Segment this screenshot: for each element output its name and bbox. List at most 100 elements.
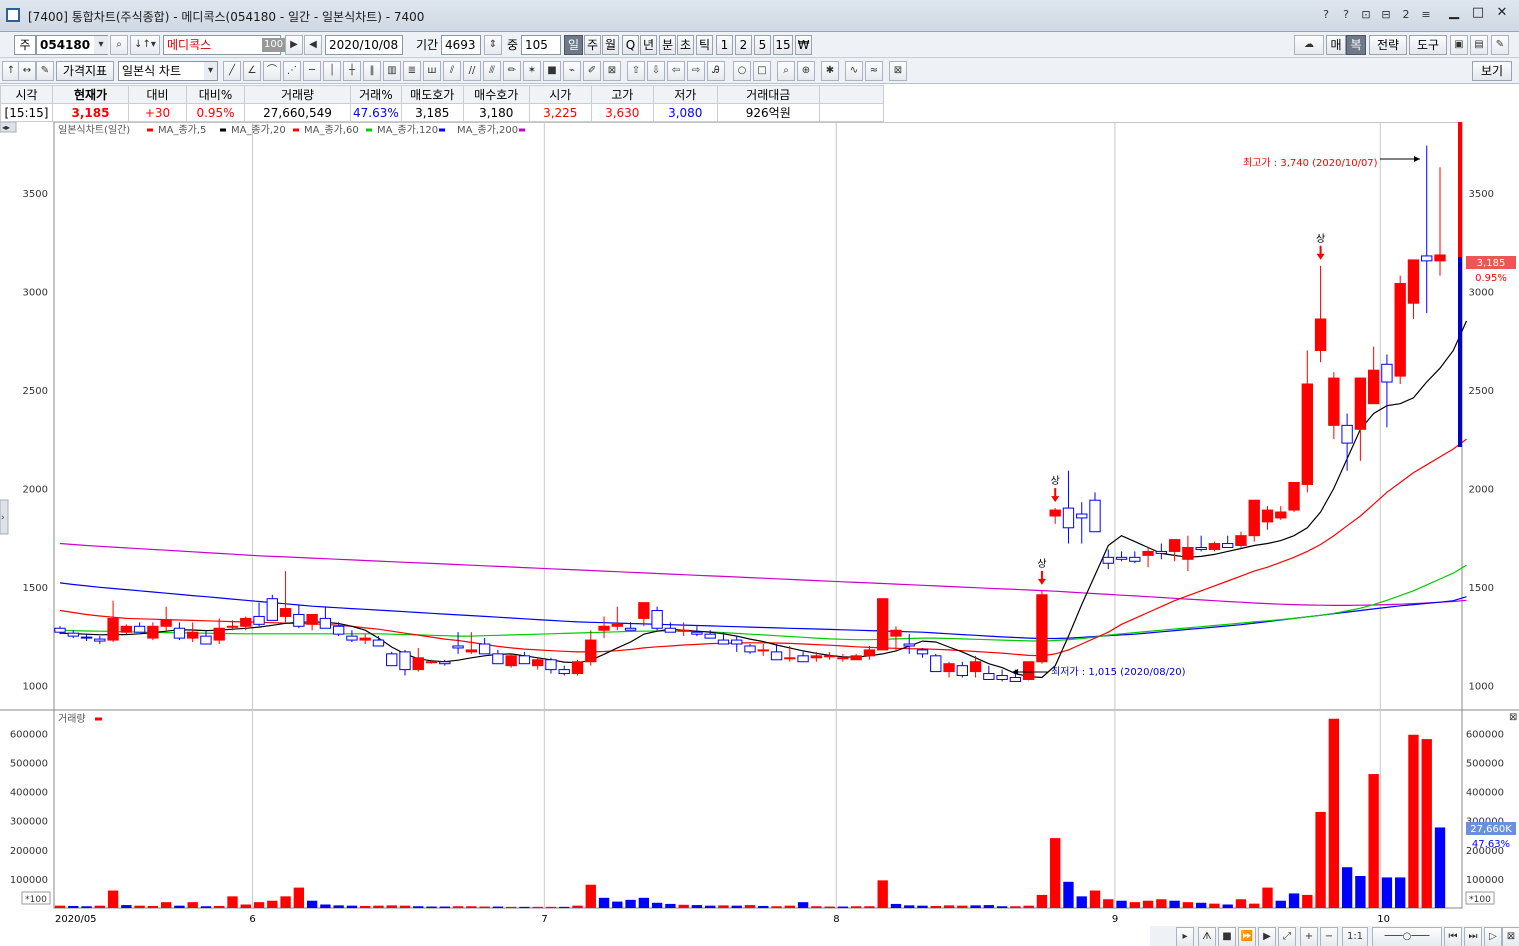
zoom-in-icon[interactable]: + [1300, 927, 1318, 946]
interval-5-button[interactable]: 5 [754, 35, 771, 55]
period-spin-icon[interactable]: ⇕ [484, 35, 502, 55]
nav-play-icon[interactable]: ▷ [1484, 927, 1502, 946]
cycle-icon[interactable]: ш [423, 61, 441, 81]
prev-stock-icon[interactable]: ◀ [304, 35, 322, 55]
code-dropdown-icon[interactable]: ▾ [94, 36, 108, 54]
angle-line-icon[interactable]: ∠ [243, 61, 261, 81]
maximize-button[interactable]: □ [1467, 4, 1489, 22]
pattern-icon[interactable]: ✱ [821, 61, 839, 81]
chart-svg[interactable]: ◂▸ › 1000 1000 1500 1500 2000 2000 2500 2500 300… [0, 121, 1519, 946]
period-week-button[interactable]: 주 [584, 35, 601, 55]
indicator-button[interactable]: 가격지표 [56, 61, 114, 81]
zoom-slider[interactable]: ───○─── [1372, 927, 1442, 946]
horizontal-line-icon[interactable]: ─ [303, 61, 321, 81]
wave-icon[interactable]: ∿ [845, 61, 863, 81]
link-number-icon[interactable]: 2 [1398, 7, 1414, 23]
volume-close-icon[interactable]: ⊠ [1509, 712, 1517, 723]
arrow-down-icon[interactable]: ⇩ [647, 61, 665, 81]
period-quarter-button[interactable]: Q [622, 35, 639, 55]
layout-icon[interactable]: ⊟ [1378, 7, 1394, 23]
side-expand-icon[interactable]: › [1, 513, 5, 523]
market-type-select[interactable]: 주 [14, 35, 36, 55]
count-input[interactable]: 105 [521, 35, 561, 55]
arrow-left-icon[interactable]: ⇦ [667, 61, 685, 81]
help-icon[interactable]: ? [1318, 7, 1334, 23]
color-icon[interactable]: ■ [543, 61, 561, 81]
clear-icon[interactable]: ⊠ [889, 61, 907, 81]
first-icon[interactable]: ᗑ [1198, 927, 1216, 946]
vertical-line-icon[interactable]: │ [323, 61, 341, 81]
currency-button[interactable]: ₩ [795, 35, 812, 55]
auto-scale-icon[interactable]: ⤢ [1278, 927, 1296, 946]
panel-collapse-icon[interactable]: ◂▸ [2, 123, 10, 132]
arrow-up-icon[interactable]: ⇧ [627, 61, 645, 81]
sort-icon[interactable]: ↓↑▾ [130, 35, 160, 55]
interval-15-button[interactable]: 15 [773, 35, 793, 55]
strategy-button[interactable]: 전략 [1369, 35, 1407, 55]
period-month-button[interactable]: 월 [602, 35, 619, 55]
multi-vertical-icon[interactable]: ‖ [363, 61, 381, 81]
tile-icon[interactable]: ⊡ [1358, 7, 1374, 23]
grid-lines-icon[interactable]: ▥ [383, 61, 401, 81]
next-stock-icon[interactable]: ▶ [285, 35, 303, 55]
wave2-icon[interactable]: ≈ [865, 61, 883, 81]
fibonacci-icon[interactable]: ≣ [403, 61, 421, 81]
note-icon[interactable]: ✐ [583, 61, 601, 81]
zoom-out-icon[interactable]: − [1320, 927, 1338, 946]
fast-forward-icon[interactable]: ⏩ [1238, 927, 1256, 946]
circle-icon[interactable]: ○ [733, 61, 751, 81]
parallel-icon[interactable]: // [463, 61, 481, 81]
arc-icon[interactable]: ⌒ [263, 61, 281, 81]
period-second-button[interactable]: 초 [677, 35, 694, 55]
pencil-icon[interactable]: ✏ [503, 61, 521, 81]
stop-icon[interactable]: ■ [1218, 927, 1236, 946]
candle-body [1275, 511, 1287, 519]
multi-button[interactable]: 복 [1346, 35, 1366, 55]
channel-icon[interactable]: ⫽ [443, 61, 461, 81]
scroll-right-icon[interactable]: ▸ [1176, 927, 1194, 946]
speed-line-icon[interactable]: ⫻ [483, 61, 501, 81]
minimize-button[interactable]: ▁ [1443, 4, 1465, 22]
edit-icon[interactable]: ✎ [36, 61, 54, 81]
zoom-reset-icon[interactable]: ⊕ [797, 61, 815, 81]
period-day-button[interactable]: 일 [564, 35, 583, 55]
date-input[interactable]: 2020/10/08 [325, 35, 403, 55]
menu-icon[interactable]: ≡ [1418, 7, 1434, 23]
resize-icon[interactable]: ↔ [18, 61, 36, 81]
tools-button[interactable]: 도구 [1409, 35, 1447, 55]
interval-1-button[interactable]: 1 [716, 35, 733, 55]
period-tick-button[interactable]: 틱 [696, 35, 713, 55]
zoom-icon[interactable]: ⌕ [777, 61, 795, 81]
chart-style-dropdown-icon[interactable]: ▾ [204, 62, 217, 80]
brush-icon[interactable]: ⌁ [563, 61, 581, 81]
nav-close-icon[interactable]: ⊠ [1502, 927, 1519, 946]
cloud-icon[interactable]: ☁ [1294, 35, 1324, 55]
cross-line-icon[interactable]: ┼ [343, 61, 361, 81]
settings-icon[interactable]: ✎ [1491, 35, 1509, 55]
trendline-icon[interactable]: ╱ [223, 61, 241, 81]
magic-icon[interactable]: ✶ [523, 61, 541, 81]
go-first-icon[interactable]: ⏮ [1444, 927, 1462, 946]
view-button[interactable]: 보기 [1472, 61, 1512, 81]
arrow-right-icon[interactable]: ⇨ [687, 61, 705, 81]
text-icon[interactable]: Ꭿ [707, 61, 725, 81]
save-icon[interactable]: ▤ [1470, 35, 1488, 55]
period-minute-button[interactable]: 분 [659, 35, 676, 55]
period-year-button[interactable]: 년 [640, 35, 657, 55]
rectangle-icon[interactable]: □ [753, 61, 771, 81]
volume-panel[interactable] [53, 709, 1463, 909]
go-last-icon[interactable]: ⏭ [1464, 927, 1482, 946]
close-button[interactable]: ✕ [1491, 4, 1513, 22]
order-button[interactable]: 매 [1326, 35, 1346, 55]
interval-2-button[interactable]: 2 [735, 35, 752, 55]
ratio-icon[interactable]: 1:1 [1342, 927, 1368, 946]
open-icon[interactable]: ▣ [1450, 35, 1468, 55]
question-icon[interactable]: ? [1338, 7, 1354, 23]
search-icon[interactable]: ⌕ [110, 35, 128, 55]
delete-drawing-icon[interactable]: ⊠ [603, 61, 621, 81]
fan-icon[interactable]: ⋰ [283, 61, 301, 81]
period-input[interactable]: 4693 [441, 35, 481, 55]
chart-area[interactable]: ◂▸ › 1000 1000 1500 1500 2000 2000 2500 2500 300… [0, 121, 1519, 946]
chart-style-select[interactable]: 일본식 차트 [118, 61, 218, 81]
play-icon[interactable]: ▶ [1258, 927, 1276, 946]
